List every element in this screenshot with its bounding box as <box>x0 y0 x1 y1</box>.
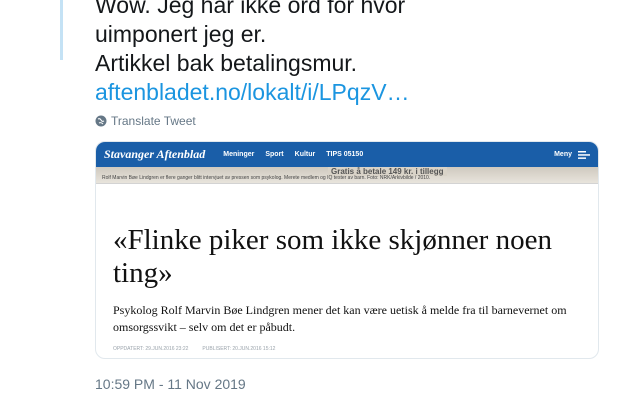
site-menu: Meny <box>554 150 590 159</box>
nav-item-sport: Sport <box>265 151 284 158</box>
article-photo: Gratis å betale 149 kr. i tillegg Rolf M… <box>96 167 598 184</box>
translate-label: Translate Tweet <box>111 114 196 128</box>
tweet-text-line-2: uimponert jeg er. <box>95 21 267 47</box>
nav-item-meninger: Meninger <box>223 151 255 158</box>
tweet-text-line-1: Wow. Jeg har ikke ord for hvor <box>95 0 406 18</box>
tweet-text: Wow. Jeg har ikke ord for hvor uimponert… <box>95 0 595 107</box>
thread-connector <box>60 0 63 60</box>
photo-caption: Rolf Marvin Bøe Lindgren er flere ganger… <box>102 175 431 181</box>
site-header: Stavanger Aftenblad Meninger Sport Kultu… <box>96 142 598 167</box>
tweet-link[interactable]: aftenbladet.no/lokalt/i/LPqzV… <box>95 79 410 105</box>
tweet-text-line-3: Artikkel bak betalingsmur. <box>95 50 358 76</box>
site-nav: Meninger Sport Kultur TIPS 05150 <box>223 151 363 158</box>
globe-icon <box>95 115 107 127</box>
menu-label: Meny <box>554 151 572 158</box>
article-lede: Psykolog Rolf Marvin Bøe Lindgren mener … <box>113 303 567 334</box>
nav-item-tips: TIPS 05150 <box>326 151 364 158</box>
hamburger-menu-icon <box>578 150 590 159</box>
article-updated: OPPDATERT: 29.JUN.2016 23:22 <box>113 346 189 352</box>
article-headline: «Flinke piker som ikke skjønner noen tin… <box>113 224 552 289</box>
article-published: PUBLISERT: 20.JUN.2016 15:12 <box>202 346 276 352</box>
article-meta: OPPDATERT: 29.JUN.2016 23:22 PUBLISERT: … <box>113 346 275 352</box>
link-preview-card[interactable]: Stavanger Aftenblad Meninger Sport Kultu… <box>95 141 599 359</box>
nav-item-kultur: Kultur <box>294 151 316 158</box>
site-logo: Stavanger Aftenblad <box>104 147 206 161</box>
translate-tweet-button[interactable]: Translate Tweet <box>95 114 196 128</box>
tweet-timestamp[interactable]: 10:59 PM - 11 Nov 2019 <box>95 376 246 392</box>
